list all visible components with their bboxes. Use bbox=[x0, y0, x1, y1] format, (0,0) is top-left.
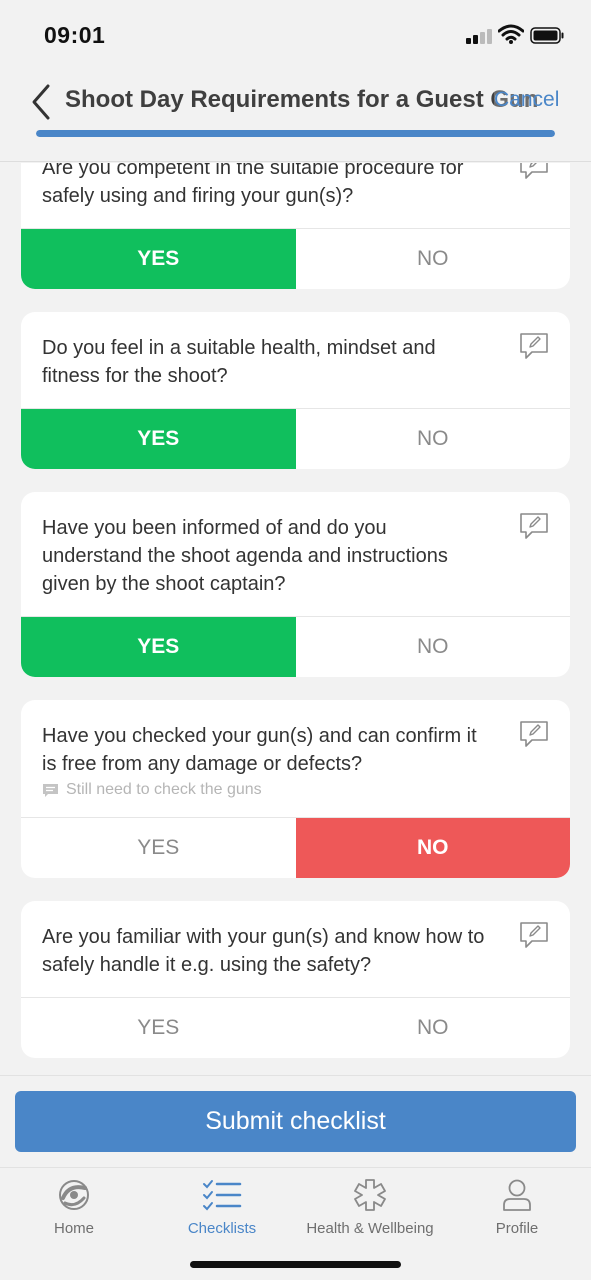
checklist-progress-bar bbox=[36, 130, 555, 137]
checklist-icon bbox=[203, 1180, 242, 1211]
question-body: Are you competent in the suitable proced… bbox=[21, 163, 570, 228]
yes-button[interactable]: YES bbox=[21, 229, 296, 289]
question-card: Have you checked your gun(s) and can con… bbox=[21, 700, 570, 878]
no-button[interactable]: NO bbox=[296, 229, 571, 289]
no-button[interactable]: NO bbox=[296, 409, 571, 469]
yes-button[interactable]: YES bbox=[21, 818, 296, 878]
answer-toggle: YES NO bbox=[21, 997, 570, 1058]
answer-toggle: YES NO bbox=[21, 616, 570, 677]
comment-text: Still need to check the guns bbox=[66, 781, 262, 798]
question-card: Have you been informed of and do you und… bbox=[21, 492, 570, 677]
no-button[interactable]: NO bbox=[295, 818, 570, 878]
add-note-icon[interactable] bbox=[518, 720, 550, 748]
add-note-icon[interactable] bbox=[518, 921, 550, 949]
status-time: 09:01 bbox=[44, 22, 106, 48]
tab-checklists[interactable]: Checklists bbox=[148, 1178, 296, 1237]
tab-label-home: Home bbox=[53, 1220, 94, 1237]
tab-label-health-wellbeing: Health & Wellbeing bbox=[306, 1220, 434, 1237]
question-text: Have you checked your gun(s) and can con… bbox=[42, 725, 477, 775]
add-note-icon[interactable] bbox=[518, 163, 550, 180]
cancel-button[interactable]: Cancel bbox=[494, 88, 560, 112]
status-bar: 09:01 bbox=[0, 0, 591, 70]
answer-toggle: YES NO bbox=[21, 408, 570, 469]
checklist-scroll-area[interactable]: Are you competent in the suitable proced… bbox=[0, 163, 591, 1075]
add-note-icon[interactable] bbox=[518, 332, 550, 360]
question-body: Have you checked your gun(s) and can con… bbox=[21, 700, 570, 817]
tab-home[interactable]: Home bbox=[0, 1178, 148, 1237]
question-body: Have you been informed of and do you und… bbox=[21, 492, 570, 616]
question-text: Are you familiar with your gun(s) and kn… bbox=[42, 926, 485, 976]
submit-checklist-button[interactable]: Submit checklist bbox=[15, 1091, 576, 1152]
question-body: Do you feel in a suitable health, mindse… bbox=[21, 312, 570, 408]
answer-toggle: YES NO bbox=[21, 228, 570, 289]
profile-icon bbox=[503, 1179, 531, 1211]
tab-profile[interactable]: Profile bbox=[443, 1178, 591, 1237]
yes-button[interactable]: YES bbox=[21, 409, 296, 469]
tab-health-wellbeing[interactable]: Health & Wellbeing bbox=[296, 1178, 444, 1237]
nav-header: Shoot Day Requirements for a Guest Gun C… bbox=[0, 70, 591, 162]
signal-icon bbox=[466, 28, 494, 44]
question-card: Are you familiar with your gun(s) and kn… bbox=[21, 901, 570, 1058]
back-chevron-icon[interactable] bbox=[26, 82, 56, 122]
question-text: Have you been informed of and do you und… bbox=[42, 517, 448, 595]
tab-label-profile: Profile bbox=[495, 1220, 539, 1237]
question-body: Are you familiar with your gun(s) and kn… bbox=[21, 901, 570, 997]
question-list: Are you competent in the suitable proced… bbox=[21, 163, 570, 1075]
wifi-icon bbox=[498, 24, 524, 44]
question-card: Are you competent in the suitable proced… bbox=[21, 163, 570, 289]
question-text: Do you feel in a suitable health, mindse… bbox=[42, 337, 436, 387]
tab-label-checklists: Checklists bbox=[187, 1220, 257, 1237]
comment-icon bbox=[42, 783, 59, 798]
question-comment: Still need to check the guns bbox=[42, 781, 490, 799]
page-title: Shoot Day Requirements for a Guest Gun bbox=[65, 86, 539, 113]
answer-toggle: YES NO bbox=[21, 817, 570, 878]
no-button[interactable]: NO bbox=[296, 998, 571, 1058]
no-button[interactable]: NO bbox=[296, 617, 571, 677]
wellbeing-icon bbox=[354, 1179, 386, 1211]
progress-fill bbox=[36, 130, 555, 137]
yes-button[interactable]: YES bbox=[21, 998, 296, 1058]
submit-area: Submit checklist bbox=[0, 1075, 591, 1167]
add-note-icon[interactable] bbox=[518, 512, 550, 540]
question-text: Are you competent in the suitable proced… bbox=[42, 163, 464, 207]
battery-icon bbox=[530, 27, 564, 44]
home-indicator bbox=[190, 1261, 401, 1268]
question-card: Do you feel in a suitable health, mindse… bbox=[21, 312, 570, 469]
home-logo-icon bbox=[59, 1180, 89, 1210]
yes-button[interactable]: YES bbox=[21, 617, 296, 677]
